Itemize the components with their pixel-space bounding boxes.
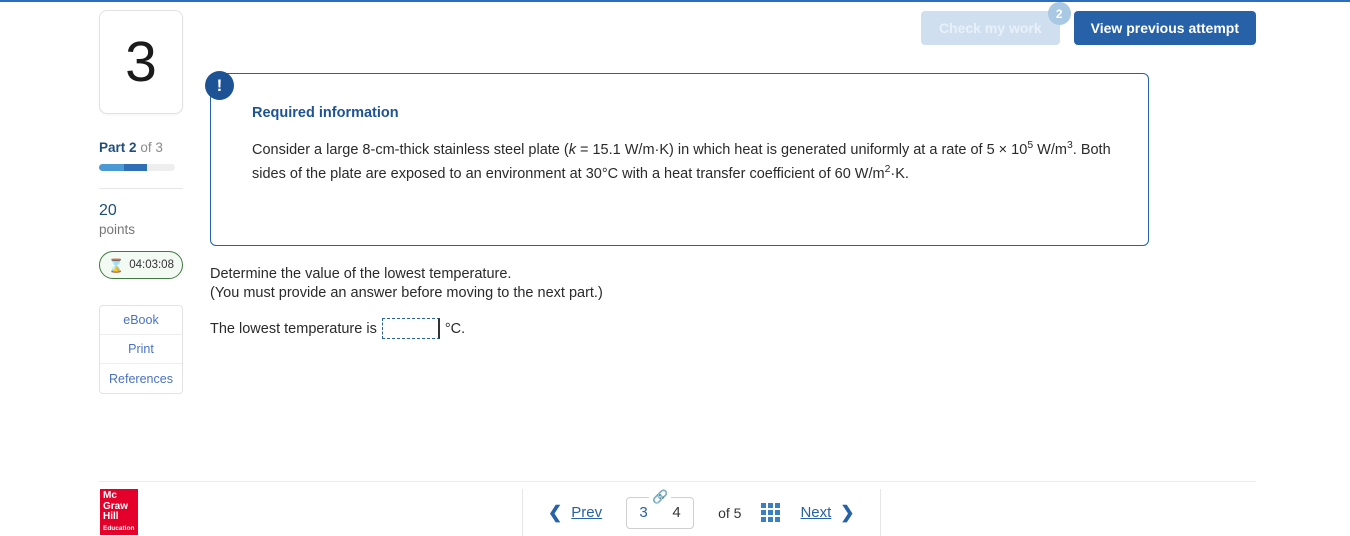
next-label: Next bbox=[800, 504, 832, 521]
grid-icon[interactable] bbox=[761, 503, 781, 522]
next-button[interactable]: Next ❯ bbox=[789, 503, 865, 523]
part-total-label: of 3 bbox=[140, 140, 163, 155]
answer-prefix-label: The lowest temperature is bbox=[210, 320, 377, 337]
top-action-bar: Check my work 2 View previous attempt bbox=[920, 2, 1256, 45]
question-number: 3 bbox=[125, 29, 157, 94]
check-my-work-button[interactable]: Check my work bbox=[920, 11, 1060, 45]
answer-row: The lowest temperature is °C. bbox=[210, 318, 465, 339]
question-prompt: Determine the value of the lowest temper… bbox=[210, 265, 603, 303]
link-icon: 🔗 bbox=[649, 487, 672, 505]
print-button[interactable]: Print bbox=[100, 335, 182, 364]
question-number-card: 3 bbox=[99, 10, 183, 114]
problem-text-part3: W/m bbox=[1033, 142, 1067, 158]
page-total-label: of 5 bbox=[718, 504, 742, 521]
footer-divider bbox=[99, 481, 1256, 482]
prev-button[interactable]: ❮ Prev bbox=[537, 503, 613, 523]
problem-text-part5: ·K. bbox=[890, 166, 909, 182]
chevron-left-icon: ❮ bbox=[548, 502, 563, 522]
view-previous-attempt-button[interactable]: View previous attempt bbox=[1073, 11, 1256, 45]
page-current[interactable]: 3 bbox=[639, 504, 647, 521]
references-button[interactable]: References bbox=[100, 364, 182, 393]
required-information-title: Required information bbox=[252, 105, 399, 121]
points-label: points bbox=[99, 222, 136, 237]
prompt-line-2: (You must provide an answer before movin… bbox=[210, 285, 603, 301]
page-next[interactable]: 4 bbox=[672, 504, 680, 521]
problem-text-part1: Consider a large 8-cm-thick stainless st… bbox=[252, 142, 569, 158]
exclamation-icon: ! bbox=[205, 71, 234, 100]
assignment-page: Check my work 2 View previous attempt 3 … bbox=[0, 0, 1350, 536]
answer-input[interactable] bbox=[381, 318, 440, 339]
required-information-text: Consider a large 8-cm-thick stainless st… bbox=[252, 138, 1112, 186]
answer-unit-label: °C. bbox=[444, 320, 466, 337]
check-my-work-wrapper: Check my work 2 bbox=[920, 2, 1071, 45]
prompt-line-1: Determine the value of the lowest temper… bbox=[210, 266, 512, 282]
logo-line-4: Education bbox=[103, 524, 135, 532]
hourglass-icon: ⌛ bbox=[108, 257, 125, 273]
pagination-bar: ❮ Prev 🔗 3 4 of 5 Next ❯ bbox=[522, 487, 881, 536]
part-progress-bar bbox=[99, 164, 175, 171]
problem-text-part2: = 15.1 W/m·K) in which heat is generated… bbox=[575, 142, 1028, 158]
top-accent-rule bbox=[0, 0, 1350, 2]
part-prefix-label: Part bbox=[99, 140, 126, 155]
k-symbol: k bbox=[568, 142, 576, 158]
timer-value: 04:03:08 bbox=[129, 259, 174, 271]
prev-label: Prev bbox=[571, 504, 603, 521]
sidebar-divider bbox=[99, 188, 183, 189]
page-selector-wrapper: 🔗 3 4 bbox=[626, 487, 695, 529]
points-value: 20 bbox=[99, 202, 117, 219]
logo-line-3: Hill bbox=[103, 511, 119, 523]
tool-button-stack: eBook Print References bbox=[99, 305, 183, 394]
progress-segment-current bbox=[124, 164, 147, 171]
question-sidebar: 3 Part 2 of 3 20 points ⌛ 04:03:08 eBook… bbox=[99, 10, 183, 394]
mcgraw-hill-logo: Mc Graw Hill Education bbox=[100, 489, 138, 535]
countdown-timer: ⌛ 04:03:08 bbox=[99, 251, 183, 279]
chevron-right-icon: ❯ bbox=[840, 502, 855, 522]
ebook-button[interactable]: eBook bbox=[100, 306, 182, 335]
part-current-number: 2 bbox=[129, 140, 137, 155]
attempts-remaining-badge: 2 bbox=[1047, 2, 1071, 25]
part-indicator: Part 2 of 3 bbox=[99, 140, 183, 155]
progress-segment-completed bbox=[99, 164, 125, 171]
